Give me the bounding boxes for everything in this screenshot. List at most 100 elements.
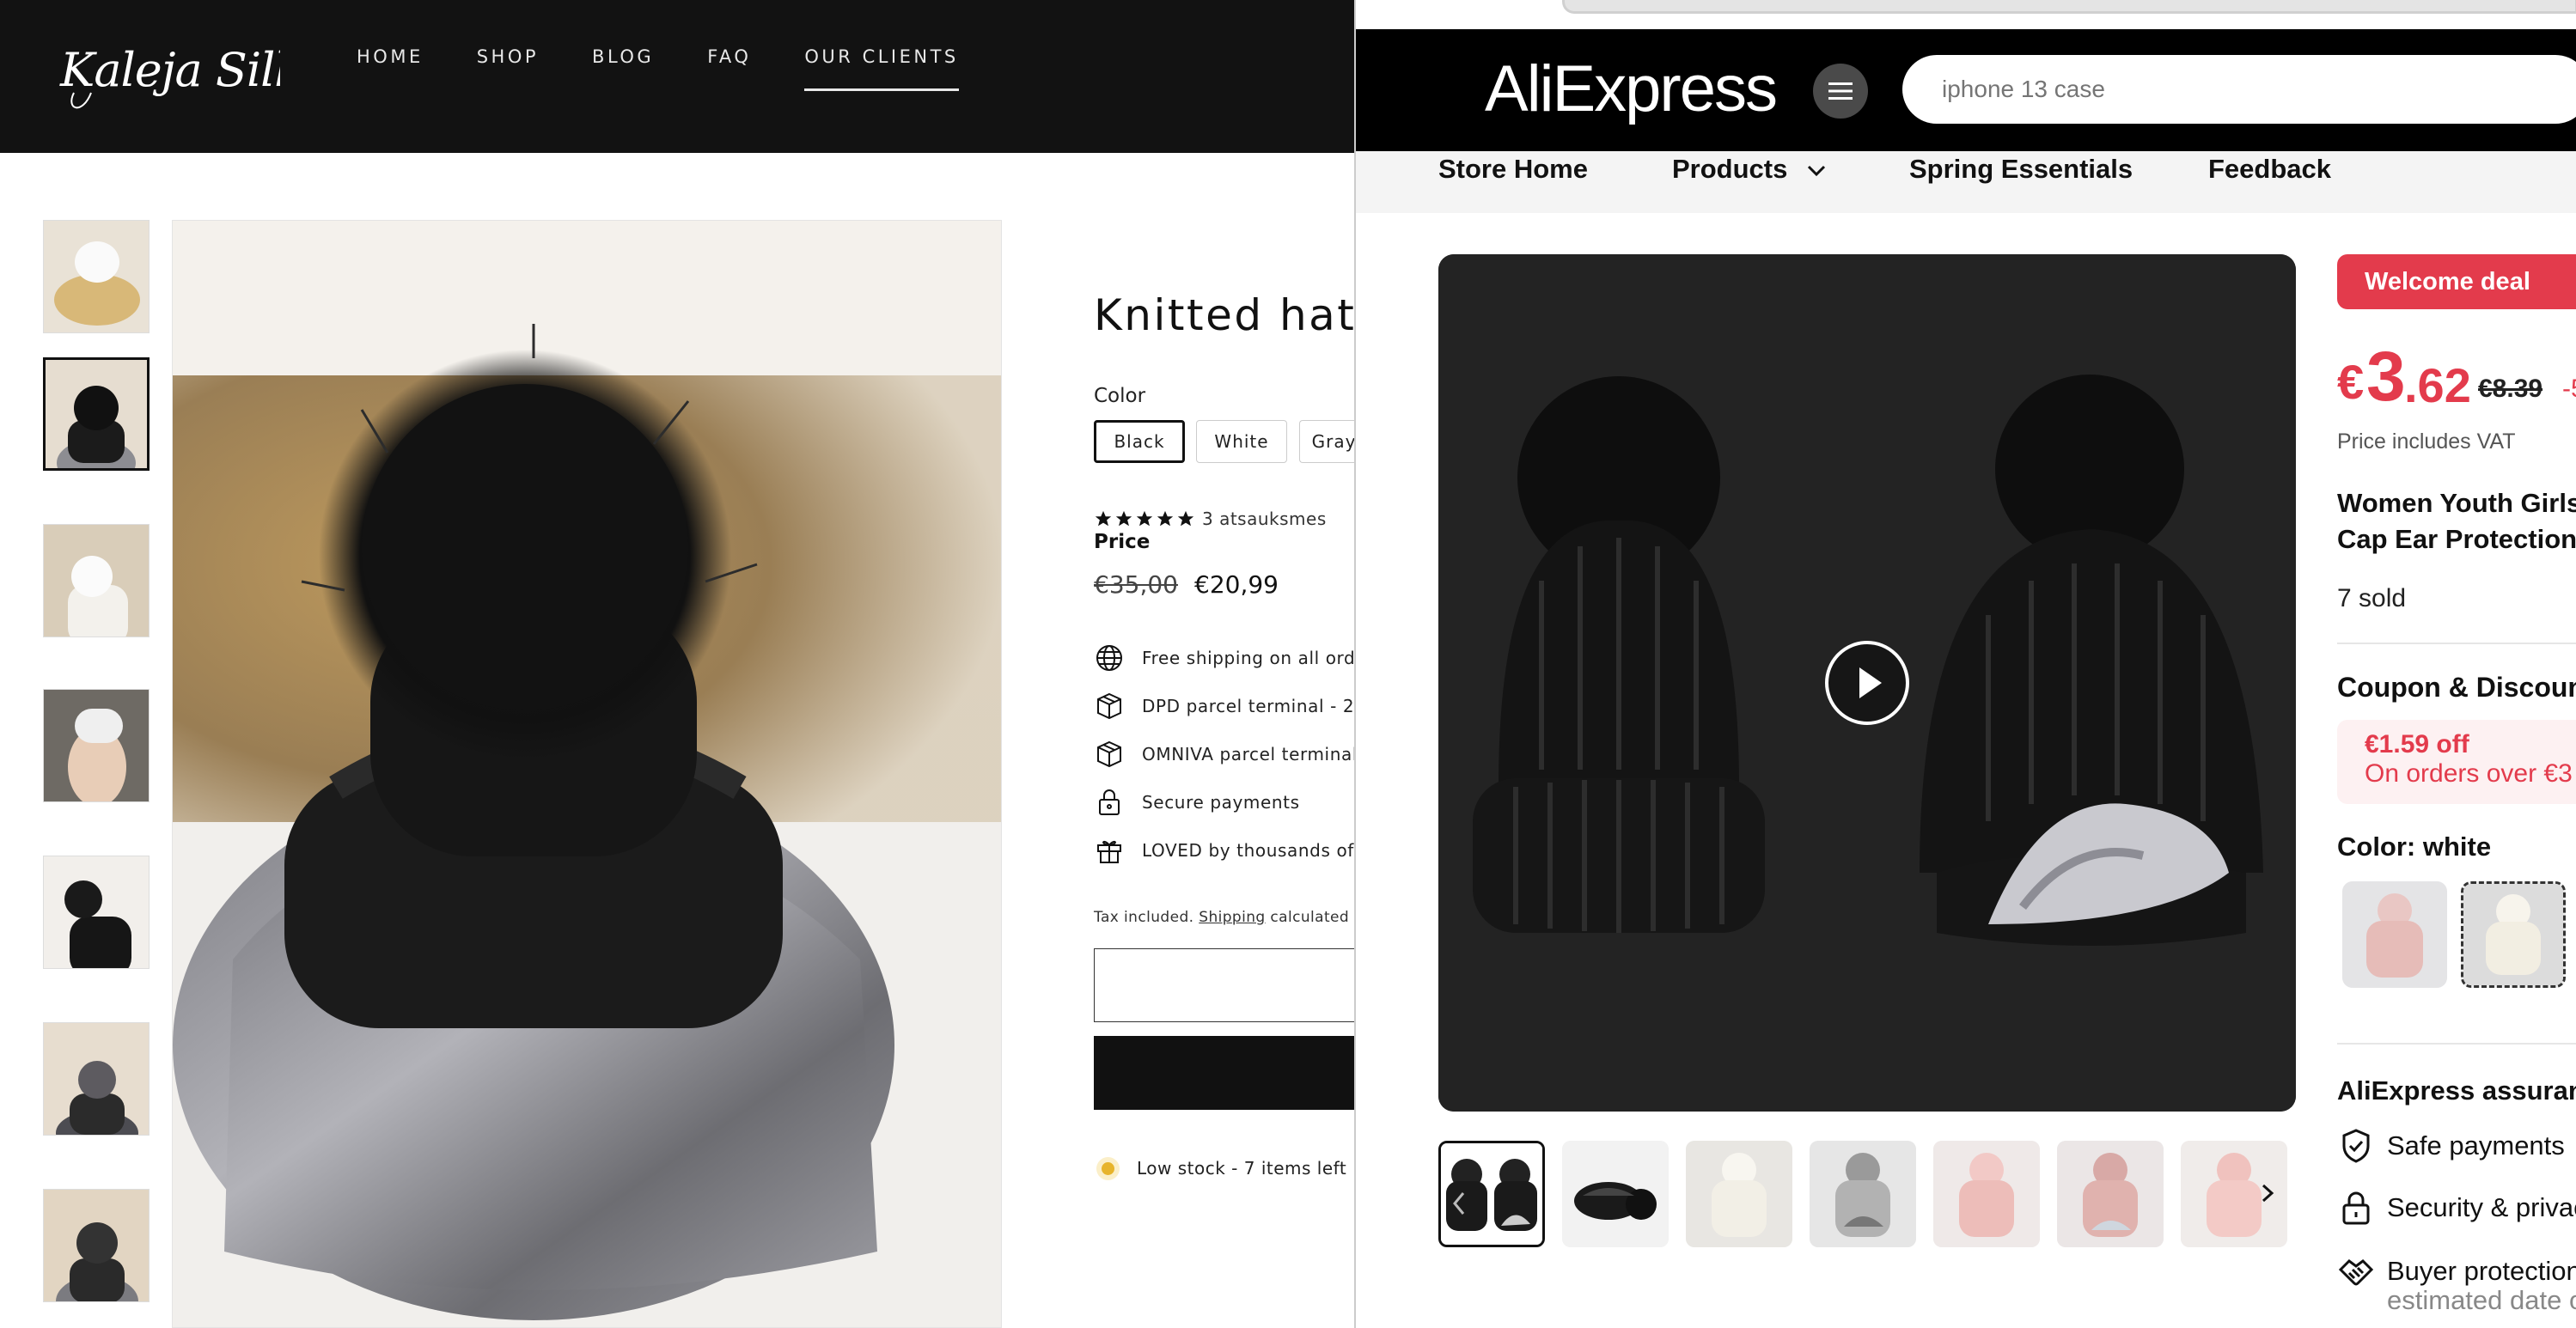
shield-check-icon [2337,1127,2375,1165]
product-main-image[interactable] [1438,254,2296,1112]
assurance-text: Buyer protection [2387,1256,2576,1286]
nav-home[interactable]: HOME [357,45,424,91]
kaleja-silks-page: Kaleja Silks HOME SHOP BLOG FAQ OUR CLIE… [0,0,1378,1328]
product-thumbnail[interactable] [1810,1141,1916,1247]
store-nav-home[interactable]: Store Home [1438,151,1588,213]
tax-note: Tax included. Shipping calculated [1094,909,1349,926]
tax-text: Tax included. [1094,909,1199,926]
nav-shop[interactable]: SHOP [477,45,539,91]
product-thumbnail[interactable] [1933,1141,2040,1247]
box-icon [1094,691,1125,722]
nav-our-clients[interactable]: OUR CLIENTS [804,45,959,91]
site-logo[interactable]: Kaleja Silks [57,33,280,119]
add-to-cart-button[interactable] [1094,948,1369,1022]
feature-secure-payments: Secure payments [1094,787,1300,818]
shipping-link[interactable]: Shipping [1199,909,1265,926]
price-currency: € [2337,355,2365,409]
assurance-subtext: estimated date o [2387,1285,2576,1315]
coupon-amount: €1.59 off [2365,730,2469,758]
price-sale: €20,99 [1194,570,1279,599]
vat-note: Price includes VAT [2337,429,2516,454]
lock-icon [1094,787,1125,818]
product-main-image[interactable] [172,220,1002,1328]
product-thumbnail-selected[interactable] [1438,1141,1545,1247]
main-nav: HOME SHOP BLOG FAQ OUR CLIENTS [357,45,1012,91]
store-nav-feedback[interactable]: Feedback [2208,151,2331,213]
feature-text: Secure payments [1142,792,1300,813]
store-nav-products-label: Products [1672,154,1788,184]
star-icon [1094,509,1113,528]
product-thumbnail[interactable] [1562,1141,1669,1247]
color-option-white[interactable]: White [1196,420,1287,463]
gift-icon [1094,835,1125,866]
menu-button[interactable] [1813,64,1868,119]
price-decimal: .62 [2404,358,2471,412]
star-icon [1135,509,1154,528]
thumbnail-next-arrow[interactable] [2255,1180,2280,1206]
sold-count: 7 sold [2337,584,2407,612]
product-thumbnail[interactable] [43,1189,150,1302]
price-discount: -5 [2562,375,2576,403]
assurance-safe-payments: Safe payments [2337,1127,2565,1165]
globe-icon [1094,643,1125,673]
product-title-line1: Women Youth Girls [2337,488,2576,518]
price-integer: 3 [2366,338,2406,416]
feature-text: DPD parcel terminal - 2-4 [1142,696,1373,716]
feature-dpd: DPD parcel terminal - 2-4 [1094,691,1372,722]
assurance-security: Security & privac [2337,1189,2576,1227]
product-thumbnail[interactable] [43,220,150,333]
price-original: €35,00 [1094,570,1178,599]
product-thumbnail-selected[interactable] [43,357,150,471]
site-header: Kaleja Silks HOME SHOP BLOG FAQ OUR CLIE… [0,0,1354,153]
tax-text-suffix: calculated [1265,909,1350,926]
product-title: Knitted hats [1094,290,1381,340]
stock-status: Low stock - 7 items left [1102,1158,1346,1179]
product-thumbnail[interactable] [43,689,150,802]
feature-free-shipping: Free shipping on all orde [1094,643,1366,673]
assurance-text: Safe payments [2387,1130,2565,1160]
product-thumbnail[interactable] [1686,1141,1792,1247]
price-label: Price [1094,531,1151,553]
coupon-card[interactable]: €1.59 off On orders over €3 [2337,720,2576,804]
buy-now-button[interactable] [1094,1036,1369,1110]
feature-loved: LOVED by thousands of w [1094,835,1375,866]
hamburger-icon [1828,82,1853,101]
coupon-minimum: On orders over €3 [2365,759,2573,788]
lock-icon [2337,1189,2375,1227]
store-nav: Store Home Products Spring Essentials Fe… [1356,151,2576,213]
play-icon [1828,644,1906,722]
divider [2337,643,2576,644]
product-thumbnail[interactable] [2057,1141,2164,1247]
assurance-heading: AliExpress assuran [2337,1075,2576,1106]
play-video-button[interactable] [1825,641,1909,725]
search-input[interactable] [1902,55,2576,124]
divider [2337,1043,2576,1045]
product-title-line2: Cap Ear Protection [2337,524,2576,554]
rating[interactable]: 3 atsauksmes [1094,509,1327,529]
browser-strip [1356,0,2576,29]
browser-address-bar[interactable] [1562,0,2576,14]
nav-faq[interactable]: FAQ [707,45,751,91]
aliexpress-header: AliExpress [1356,29,2576,151]
color-swatch-pink[interactable] [2342,881,2447,988]
feature-omniva: OMNIVA parcel terminal [1094,739,1358,770]
assurance-text: Security & privac [2387,1192,2576,1222]
chevron-right-icon [2255,1180,2280,1206]
product-thumbnail[interactable] [43,856,150,969]
color-option-black[interactable]: Black [1094,420,1185,463]
product-thumbnail[interactable] [43,1022,150,1136]
product-thumbnail[interactable] [43,524,150,637]
feature-text: Free shipping on all orde [1142,648,1367,668]
store-nav-spring[interactable]: Spring Essentials [1909,151,2133,213]
welcome-deal-badge: Welcome deal [2337,254,2576,309]
store-nav-products[interactable]: Products [1672,151,1826,213]
review-count[interactable]: 3 atsauksmes [1202,509,1327,529]
price-original: €8.39 [2478,375,2543,403]
color-swatch-white-selected[interactable] [2461,881,2566,988]
aliexpress-logo[interactable]: AliExpress [1485,52,1778,126]
nav-blog[interactable]: BLOG [592,45,654,91]
stock-text: Low stock - 7 items left [1137,1158,1347,1179]
feature-text: LOVED by thousands of w [1142,840,1375,861]
star-icon [1176,509,1195,528]
aliexpress-page: AliExpress Store Home Products Spring Es… [1354,0,2576,1328]
